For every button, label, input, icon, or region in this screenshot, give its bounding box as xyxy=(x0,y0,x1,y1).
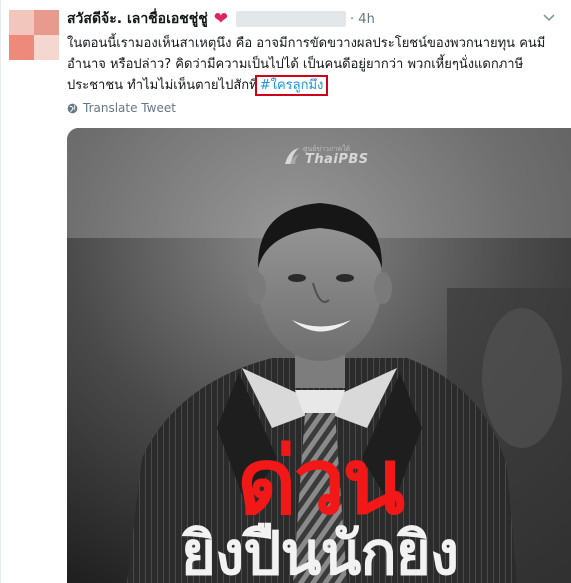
tweet-card[interactable]: สวัสดีจ้ะ. เลาชื่อเอชชู่ชู่ ❤ · 4h ในตอน… xyxy=(0,0,571,583)
thaipbs-watermark: ศูนย์ข่าวภาคใต้ ThaiPBS xyxy=(283,144,369,167)
chevron-down-icon[interactable] xyxy=(540,8,558,26)
tweet-text-line: อำนาจ หรือปล่าว? คิดว่ามีความเป็นไปได้ เ… xyxy=(67,57,524,72)
thaipbs-logo-icon xyxy=(285,147,299,164)
translate-label: Translate Tweet xyxy=(83,101,176,115)
tweet-header: สวัสดีจ้ะ. เลาชื่อเอชชู่ชู่ ❤ · 4h xyxy=(67,9,375,29)
headline-sub: ยิงปืนนักยิง xyxy=(180,519,459,583)
watermark-caption: ศูนย์ข่าวภาคใต้ xyxy=(303,145,351,153)
heart-icon: ❤ xyxy=(213,9,229,29)
translate-tweet-link[interactable]: Translate Tweet xyxy=(67,100,176,116)
hashtag-link[interactable]: #ใครลูกมึง xyxy=(254,75,329,96)
tweet-text-line: ในตอนนี้เรามองเห็นสาเหตุนึง คือ อาจมีการ… xyxy=(67,36,546,51)
tweet-text-line: ประชาชน ทำไมไม่เห็นตายไปสักที #ใครลูกมึง xyxy=(67,75,565,96)
globe-icon xyxy=(67,103,78,113)
tweet-timestamp[interactable]: · 4h xyxy=(350,12,375,27)
avatar[interactable] xyxy=(9,10,59,60)
author-name[interactable]: สวัสดีจ้ะ. เลาชื่อเอชชู่ชู่ xyxy=(67,8,208,30)
tweet-text: ในตอนนี้เรามองเห็นสาเหตุนึง คือ อาจมีการ… xyxy=(67,33,565,96)
author-handle-redacted xyxy=(236,11,347,27)
tweet-media-image[interactable]: ศูนย์ข่าวภาคใต้ ThaiPBS ด่วน ยิงปืนนักยิ… xyxy=(67,128,571,583)
headline-main: ด่วน xyxy=(236,428,405,535)
tweet-text-fragment: ประชาชน ทำไมไม่เห็นตายไปสักที xyxy=(67,78,258,93)
